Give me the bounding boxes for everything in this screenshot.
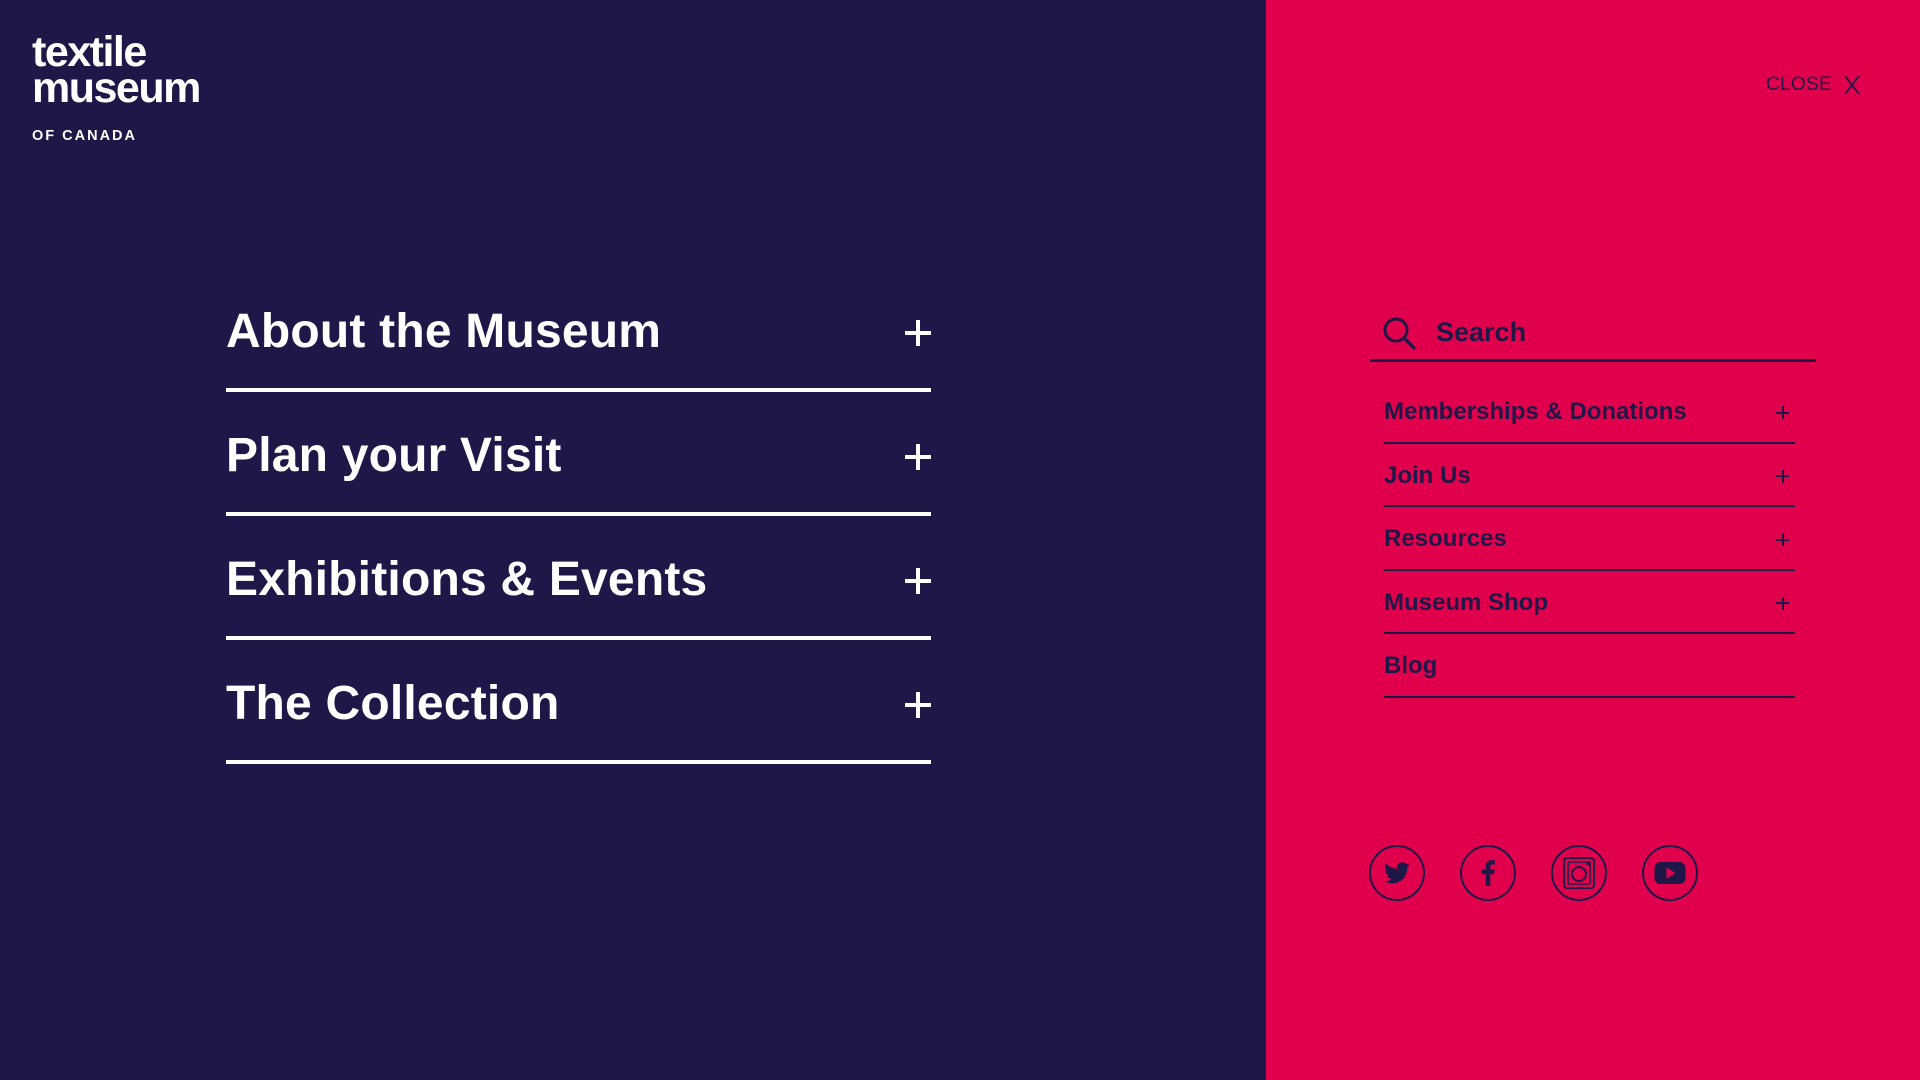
close-icon (1844, 75, 1860, 95)
expand-plus-icon[interactable] (905, 444, 931, 470)
search-icon[interactable] (1382, 316, 1416, 350)
expand-plus-icon[interactable] (1776, 533, 1789, 546)
twitter-icon (1384, 862, 1410, 884)
expand-plus-icon[interactable] (1776, 469, 1789, 483)
youtube-icon (1654, 862, 1686, 884)
primary-nav-label: Plan your Visit (226, 429, 562, 482)
primary-nav-label: About the Museum (226, 305, 662, 358)
twitter-link[interactable] (1369, 845, 1425, 901)
instagram-icon (1563, 857, 1595, 889)
secondary-nav-label: Memberships & Donations (1384, 398, 1687, 425)
instagram-link[interactable] (1551, 845, 1607, 901)
social-links (1369, 845, 1698, 901)
expand-plus-icon[interactable] (905, 320, 931, 346)
close-button[interactable]: CLOSE (1766, 74, 1860, 96)
search-input[interactable] (1436, 317, 1796, 348)
secondary-nav-item-museum-shop[interactable]: Museum Shop (1384, 571, 1795, 634)
expand-plus-icon[interactable] (905, 568, 931, 594)
search-bar (1370, 306, 1816, 362)
facebook-icon (1481, 860, 1495, 886)
primary-nav-label: Exhibitions & Events (226, 553, 708, 606)
primary-nav-item-visit[interactable]: Plan your Visit (226, 392, 931, 516)
secondary-nav-label: Join Us (1384, 461, 1471, 489)
secondary-nav-label: Blog (1384, 652, 1438, 679)
primary-nav: About the Museum Plan your Visit Exhibit… (226, 268, 931, 764)
secondary-nav-item-resources[interactable]: Resources (1384, 507, 1795, 571)
logo-subtitle: OF CANADA (32, 128, 137, 144)
secondary-nav-label: Museum Shop (1384, 588, 1549, 616)
expand-plus-icon[interactable] (905, 692, 931, 718)
primary-nav-item-exhibitions[interactable]: Exhibitions & Events (226, 516, 931, 640)
secondary-nav-label: Resources (1384, 525, 1507, 552)
primary-nav-label: The Collection (226, 677, 560, 730)
main-menu-panel: textile museum OF CANADA About the Museu… (0, 0, 1266, 1080)
secondary-nav-item-blog[interactable]: Blog (1384, 634, 1795, 698)
logo-line-2: museum (32, 64, 201, 112)
secondary-nav-item-memberships[interactable]: Memberships & Donations (1384, 380, 1795, 444)
youtube-link[interactable] (1642, 845, 1698, 901)
secondary-nav: Memberships & Donations Join Us Resource… (1384, 380, 1795, 698)
primary-nav-item-about[interactable]: About the Museum (226, 268, 931, 392)
site-logo[interactable]: textile museum OF CANADA (32, 31, 201, 145)
expand-plus-icon[interactable] (1776, 596, 1789, 610)
facebook-link[interactable] (1460, 845, 1516, 901)
primary-nav-item-collection[interactable]: The Collection (226, 640, 931, 764)
close-label: CLOSE (1766, 74, 1832, 95)
secondary-nav-item-join-us[interactable]: Join Us (1384, 444, 1795, 507)
expand-plus-icon[interactable] (1776, 406, 1789, 419)
